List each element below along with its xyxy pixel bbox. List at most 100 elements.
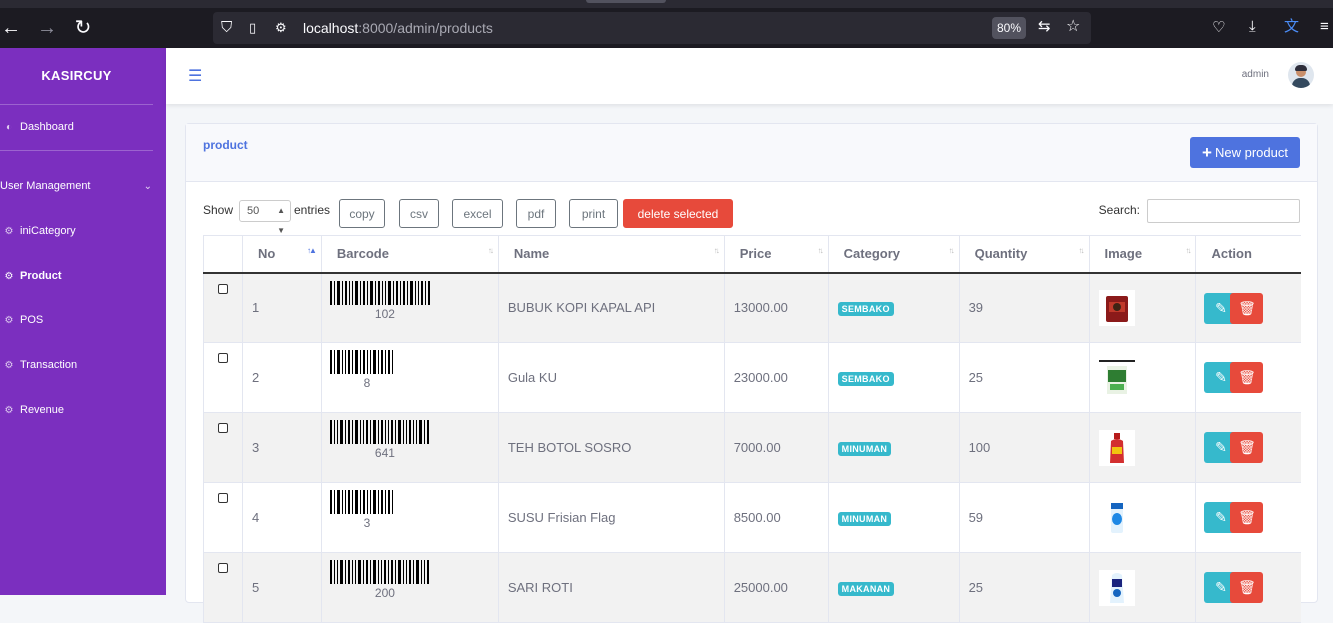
header-label: Action [1211,246,1252,262]
search-label: Search: [1098,203,1140,217]
back-arrow-icon[interactable]: ← [0,17,22,39]
print-button[interactable]: print [569,199,618,228]
plus-icon: + [1202,143,1212,162]
sidebar-divider [0,104,153,105]
sidebar-item-pos[interactable]: ⚙ POS [0,309,166,331]
image-cell [1088,272,1196,343]
bookmark-star-icon[interactable]: ☆ [1066,18,1080,36]
sidebar-item-product[interactable]: ⚙ Product [0,265,166,287]
no-cell: 4 [241,482,322,553]
csv-button[interactable]: csv [399,199,439,228]
product-thumbnail[interactable] [1098,569,1135,606]
address-bar[interactable]: ⛉ ▯ ⚙ localhost:8000/admin/products 80% … [213,12,1091,44]
entries-label: entries [294,203,331,217]
row-checkbox[interactable] [218,493,228,503]
barcode-number: 3 [363,516,371,530]
name-cell: Gula KU [497,342,725,413]
cogs-icon: ⚙ [4,270,14,282]
new-product-button[interactable]: + New product [1190,137,1300,168]
category-cell: SEMBAKO [827,342,960,413]
sort-icon: ↑↓ [487,246,494,255]
search-input[interactable] [1147,199,1300,223]
quantity-cell: 59 [958,482,1090,553]
avatar[interactable] [1288,62,1314,88]
product-thumbnail[interactable] [1098,499,1135,536]
zoom-level[interactable]: 80% [992,17,1026,39]
no-cell: 1 [241,272,322,343]
action-cell: ✎ 🗑 [1195,342,1301,413]
header-label: Barcode [336,246,389,262]
pencil-icon: ✎ [1215,439,1227,455]
row-checkbox[interactable] [218,563,228,573]
sidebar-item-label: User Management [0,180,91,192]
delete-button[interactable]: 🗑 [1230,502,1264,533]
hamburger-menu-icon[interactable]: ☰ [188,66,202,86]
barcode-number: 102 [374,306,395,321]
delete-button[interactable]: 🗑 [1230,362,1264,393]
row-checkbox[interactable] [218,283,228,294]
forward-arrow-icon[interactable]: → [36,17,58,39]
pocket-icon[interactable]: ♡ [1212,19,1225,37]
category-cell: MAKANAN [827,552,960,623]
header-image[interactable]: Image ↑↓ [1088,235,1196,274]
header-quantity[interactable]: Quantity ↑↓ [958,235,1090,274]
copy-button[interactable]: copy [339,199,385,228]
category-badge: MINUMAN [837,441,892,456]
quantity-cell: 25 [958,552,1090,623]
category-cell: MINUMAN [827,412,960,483]
sidebar-item-user-management[interactable]: User Management ⌄ [0,175,166,197]
row-checkbox[interactable] [218,423,228,433]
delete-button[interactable]: 🗑 [1230,432,1264,463]
row-select-cell [203,412,243,483]
delete-button[interactable]: 🗑 [1230,572,1264,603]
url-text[interactable]: localhost:8000/admin/products [303,20,493,36]
cogs-icon: ⚙ [4,314,14,326]
sidebar-item-inicategory[interactable]: ⚙ iniCategory [0,220,166,242]
product-thumbnail[interactable] [1098,429,1135,466]
name-cell: BUBUK KOPI KAPAL API [497,272,725,343]
menu-icon[interactable]: ≡ [1320,18,1329,36]
product-thumbnail[interactable] [1098,359,1135,396]
row-checkbox[interactable] [218,353,228,363]
permissions-icon[interactable]: ⚙ [275,19,287,37]
entries-select[interactable]: 50 ▲ ▼ [239,200,291,235]
trash-icon: 🗑 [1238,299,1256,316]
delete-button[interactable]: 🗑 [1230,292,1264,324]
url-path: :8000/admin/products [358,20,493,36]
header-no[interactable]: No ↑▲ [241,235,322,274]
row-select-cell [203,342,243,413]
delete-selected-button[interactable]: delete selected [623,199,733,228]
header-category[interactable]: Category ↑↓ [827,235,960,274]
header-price[interactable]: Price ↑↓ [723,235,829,274]
no-cell: 2 [241,342,322,413]
browser-tab-indicator [586,0,666,3]
barcode-cell: 3 [320,482,499,553]
download-icon[interactable]: ⤓ [1249,18,1256,36]
reload-icon[interactable]: ↻ [72,17,94,39]
name-cell: TEH BOTOL SOSRO [497,412,725,483]
translate-icon[interactable]: ⇆ [1038,18,1051,36]
user-name[interactable]: admin [1242,69,1269,80]
image-cell [1088,482,1196,553]
sidebar-item-transaction[interactable]: ⚙ Transaction [0,354,166,376]
row-select-cell [203,482,243,553]
header-barcode[interactable]: Barcode ↑↓ [320,235,499,274]
translate-extension-icon[interactable]: 文 [1284,18,1299,36]
no-cell: 3 [241,412,322,483]
product-thumbnail[interactable] [1098,289,1135,326]
shield-icon[interactable]: ⛉ [221,19,232,37]
sidebar-item-revenue[interactable]: ⚙ Revenue [0,399,166,421]
table-header-row: No ↑▲ Barcode ↑↓ Name ↑↓ Price ↑↓ Category ↑↓… [203,235,1301,274]
name-cell: SUSU Frisian Flag [497,482,725,553]
price-cell: 23000.00 [723,342,829,413]
trash-icon: 🗑 [1238,509,1256,525]
sidebar-item-label: Transaction [20,359,78,371]
url-host: localhost [303,20,359,36]
sidebar-item-dashboard[interactable]: ◐ Dashboard [0,116,166,138]
brand-logo[interactable]: KASIRCUY [0,68,153,83]
image-cell [1088,412,1196,483]
pdf-button[interactable]: pdf [516,199,556,228]
table-row: 1 102 BUBUK KOPI KAPAL API 13000.00 SEMB… [203,272,1301,343]
header-name[interactable]: Name ↑↓ [497,235,725,274]
excel-button[interactable]: excel [452,199,503,228]
